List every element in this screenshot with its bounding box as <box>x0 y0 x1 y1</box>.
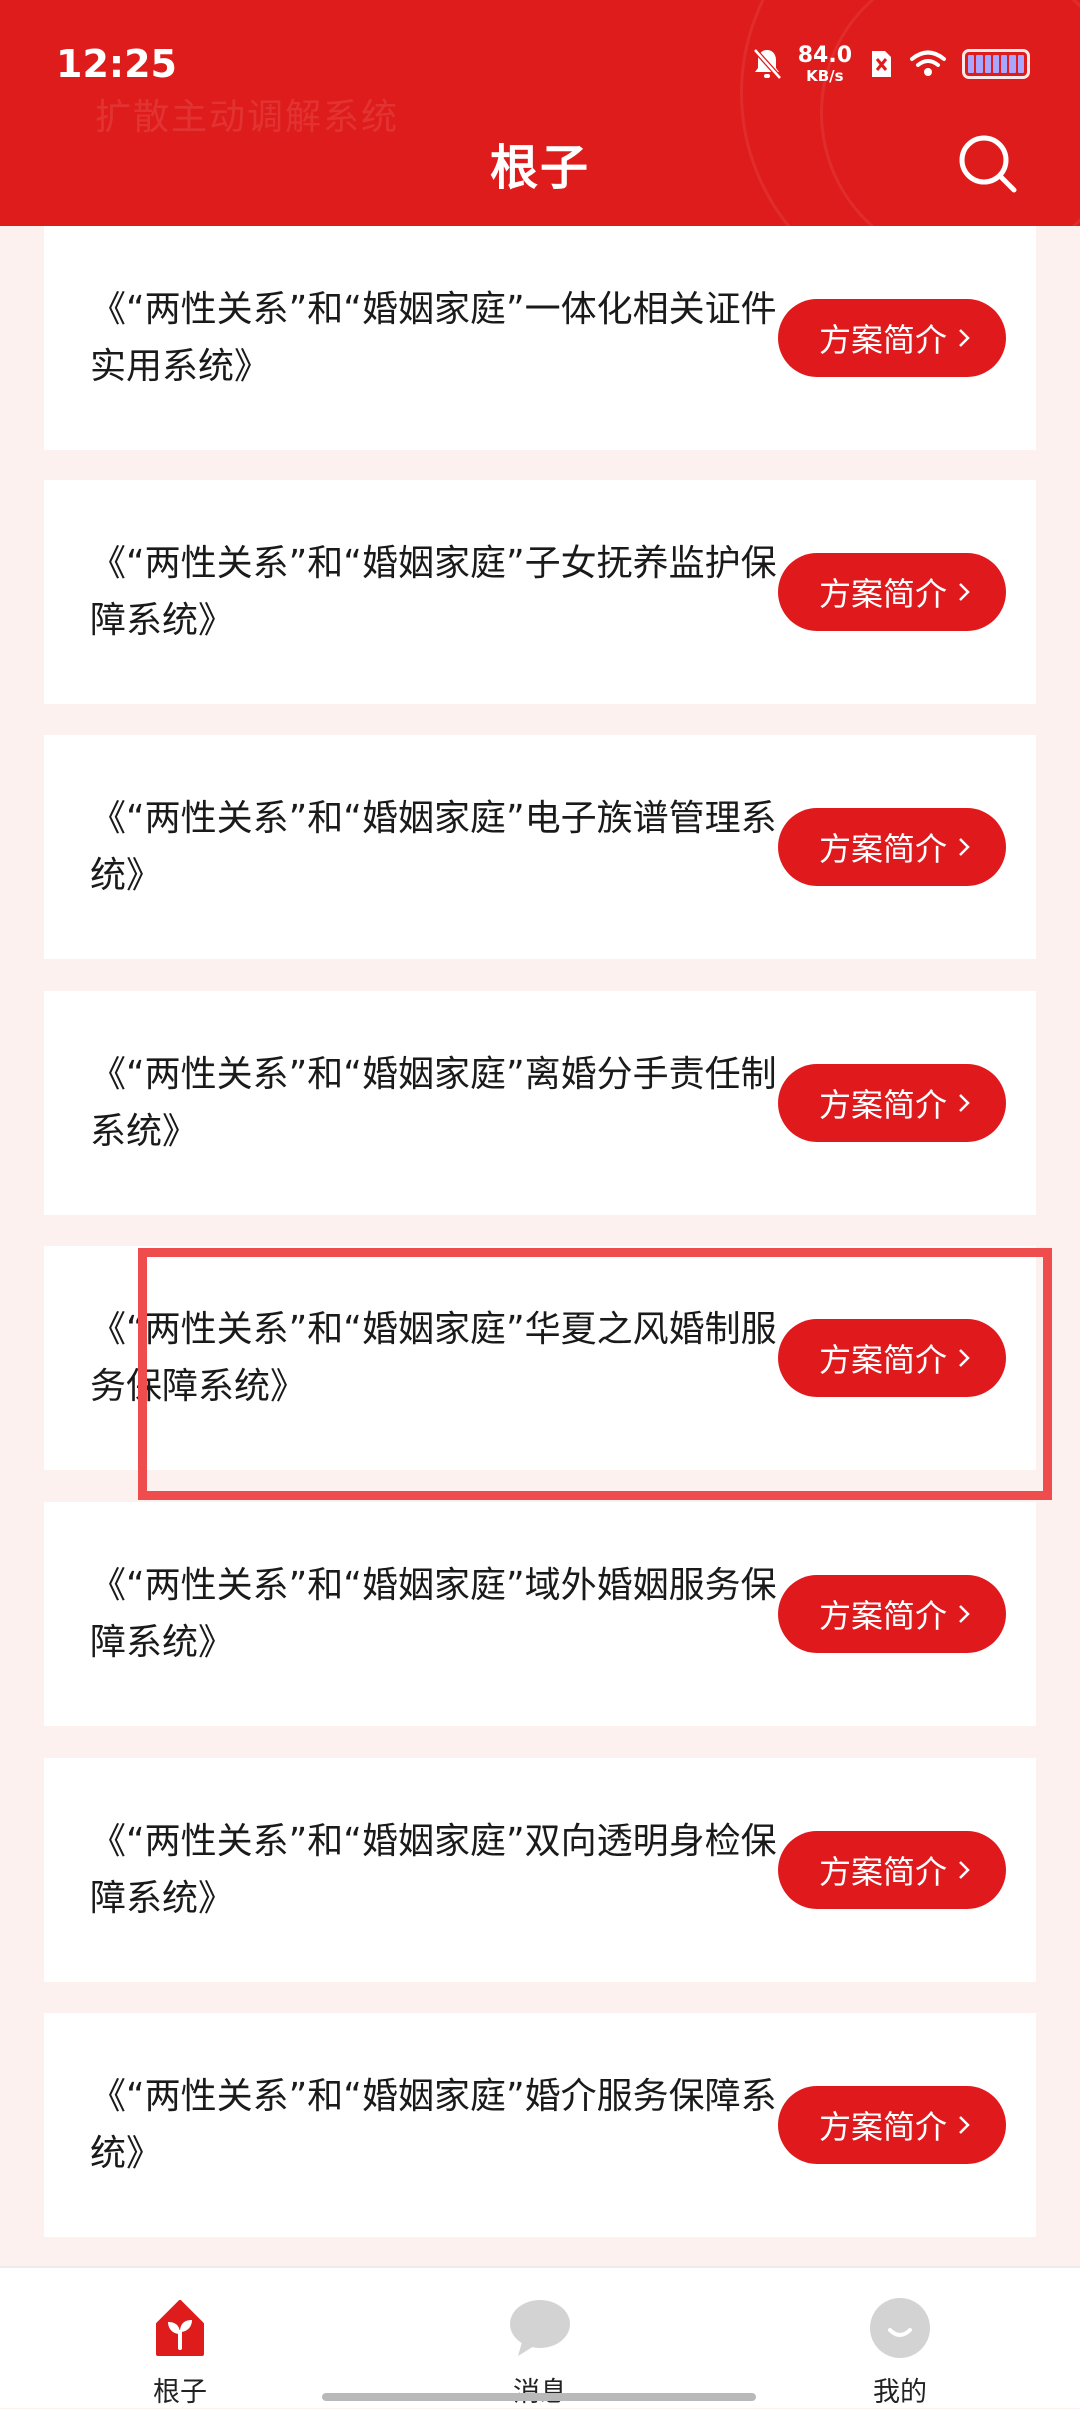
plan-intro-button-label: 方案简介 <box>818 2108 947 2146</box>
network-speed: 84.0 KB/s <box>797 42 852 85</box>
list-item-title: 《“两性关系”和“婚姻家庭”子女抚养监护保障系统》 <box>90 543 777 641</box>
list-item[interactable]: 《“两性关系”和“婚姻家庭”婚介服务保障系统》 方案简介 <box>44 2013 1036 2237</box>
plan-intro-button-label: 方案简介 <box>818 1853 947 1891</box>
list-item[interactable]: 《“两性关系”和“婚姻家庭”一体化相关证件实用系统》 方案简介 <box>44 226 1036 450</box>
list-item[interactable]: 《“两性关系”和“婚姻家庭”离婚分手责任制系统》 方案简介 <box>44 991 1036 1215</box>
wifi-icon <box>910 50 946 78</box>
plan-intro-button[interactable]: 方案简介 <box>778 1575 1006 1653</box>
plan-intro-button-label: 方案简介 <box>818 575 947 613</box>
chevron-right-icon <box>959 2116 970 2134</box>
chevron-right-icon <box>959 1349 970 1367</box>
plan-intro-button-label: 方案简介 <box>818 1086 947 1124</box>
nav-label-profile: 我的 <box>873 2377 927 2408</box>
list-item-title: 《“两性关系”和“婚姻家庭”华夏之风婚制服务保障系统》 <box>90 1309 777 1407</box>
page-title: 根子 <box>489 140 590 196</box>
profile-face-icon <box>868 2296 932 2360</box>
plan-intro-button[interactable]: 方案简介 <box>778 553 1006 631</box>
message-bubble-icon <box>508 2296 572 2360</box>
status-time: 12:25 <box>56 42 177 86</box>
nav-item-profile[interactable]: 我的 <box>800 2268 1000 2408</box>
list-item-title: 《“两性关系”和“婚姻家庭”离婚分手责任制系统》 <box>90 1054 777 1152</box>
plan-intro-button-label: 方案简介 <box>818 321 947 359</box>
chevron-right-icon <box>959 329 970 347</box>
plan-intro-button[interactable]: 方案简介 <box>778 2086 1006 2164</box>
chevron-right-icon <box>959 1605 970 1623</box>
search-icon <box>959 135 1017 193</box>
nav-label-messages: 消息 <box>513 2370 567 2409</box>
search-button[interactable] <box>956 132 1020 196</box>
chevron-right-icon <box>959 583 970 601</box>
list-item-title: 《“两性关系”和“婚姻家庭”电子族谱管理系统》 <box>90 798 777 896</box>
network-speed-unit: KB/s <box>806 66 844 85</box>
chevron-right-icon <box>959 838 970 856</box>
network-speed-value: 84.0 <box>797 42 852 68</box>
nav-item-messages[interactable]: 消息 <box>440 2268 640 2408</box>
plan-intro-button[interactable]: 方案简介 <box>778 1064 1006 1142</box>
plan-intro-button-label: 方案简介 <box>818 1341 947 1379</box>
bottom-navigation: 根子 消息 我的 <box>0 2266 1080 2408</box>
plan-intro-button[interactable]: 方案简介 <box>778 1319 1006 1397</box>
plan-intro-button[interactable]: 方案简介 <box>778 808 1006 886</box>
chevron-right-icon <box>959 1861 970 1879</box>
list-item[interactable]: 《“两性关系”和“婚姻家庭”域外婚姻服务保障系统》 方案简介 <box>44 1502 1036 1726</box>
plan-intro-button[interactable]: 方案简介 <box>778 299 1006 377</box>
sim-blocked-icon <box>868 49 894 79</box>
chevron-right-icon <box>959 1094 970 1112</box>
list-item-title: 《“两性关系”和“婚姻家庭”婚介服务保障系统》 <box>90 2076 777 2174</box>
list-item[interactable]: 《“两性关系”和“婚姻家庭”双向透明身检保障系统》 方案简介 <box>44 1758 1036 1982</box>
home-indicator[interactable] <box>322 2393 756 2401</box>
status-icons: 84.0 KB/s <box>752 38 1030 90</box>
list-item-title: 《“两性关系”和“婚姻家庭”域外婚姻服务保障系统》 <box>90 1565 777 1663</box>
bell-off-icon <box>752 47 782 81</box>
list-item[interactable]: 《“两性关系”和“婚姻家庭”电子族谱管理系统》 方案简介 <box>44 735 1036 959</box>
list-item-title: 《“两性关系”和“婚姻家庭”双向透明身检保障系统》 <box>90 1821 777 1919</box>
nav-item-home[interactable]: 根子 <box>80 2268 280 2408</box>
home-sprout-icon <box>148 2296 212 2360</box>
list-item[interactable]: 《“两性关系”和“婚姻家庭”华夏之风婚制服务保障系统》 方案简介 <box>44 1246 1036 1470</box>
app-header: 扩散主动调解系统 12:25 84.0 KB/s 根子 <box>0 0 1080 226</box>
nav-label-home: 根子 <box>153 2377 207 2408</box>
plan-intro-button-label: 方案简介 <box>818 1597 947 1635</box>
battery-icon <box>962 49 1030 79</box>
list-item-title: 《“两性关系”和“婚姻家庭”一体化相关证件实用系统》 <box>90 289 777 387</box>
plan-intro-button[interactable]: 方案简介 <box>778 1831 1006 1909</box>
list-item[interactable]: 《“两性关系”和“婚姻家庭”子女抚养监护保障系统》 方案简介 <box>44 480 1036 704</box>
plan-intro-button-label: 方案简介 <box>818 830 947 868</box>
